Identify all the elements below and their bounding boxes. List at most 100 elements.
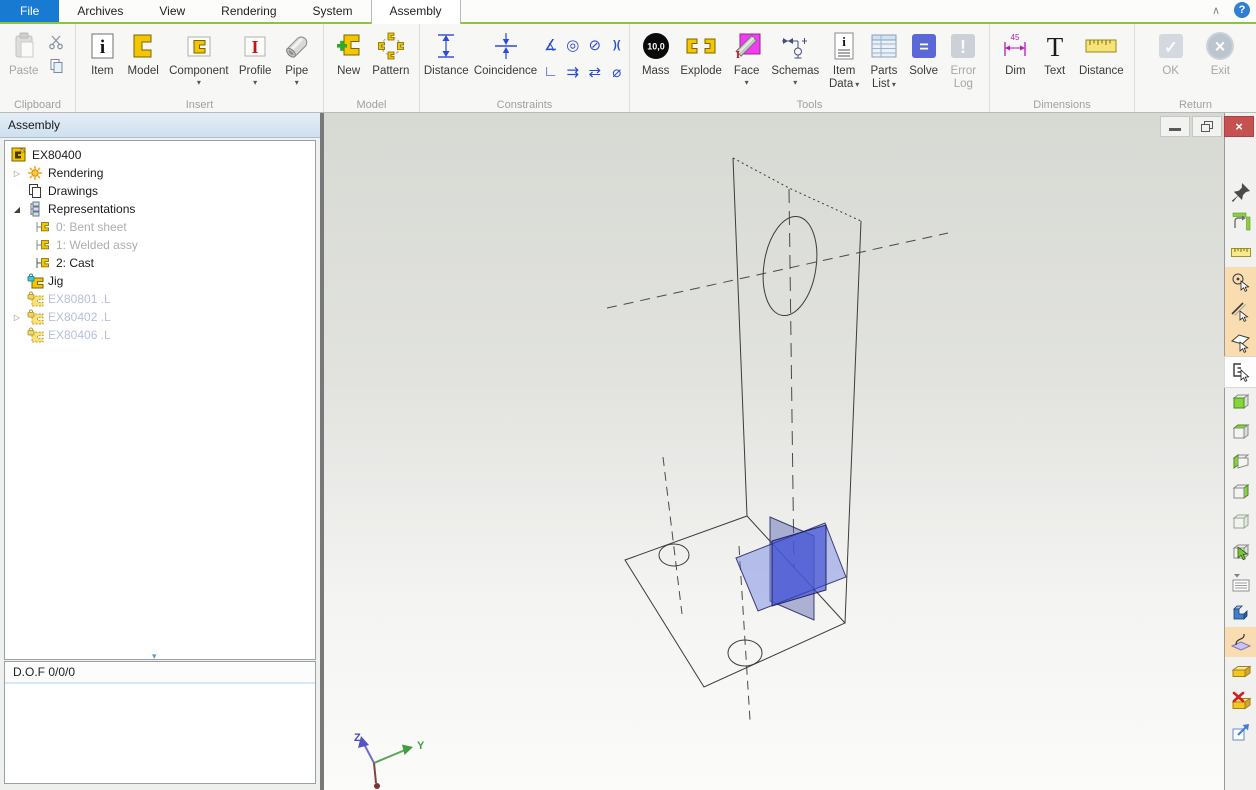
item-data-button[interactable]: i Item Data▾ xyxy=(829,25,859,91)
tab-archives[interactable]: Archives xyxy=(59,0,141,22)
item-button[interactable]: i Item xyxy=(87,25,117,78)
angle-constraint-button[interactable]: ∡ xyxy=(540,31,562,58)
concentric-constraint-button[interactable]: ◎ xyxy=(562,31,584,58)
tree-item-rep-bent-sheet[interactable]: 0: Bent sheet xyxy=(5,218,315,236)
scissors-icon xyxy=(48,34,64,50)
filter-select-components-button[interactable] xyxy=(1225,357,1256,387)
export-view-button[interactable] xyxy=(1225,717,1256,747)
delete-part-bin-button[interactable] xyxy=(1225,687,1256,717)
pipe-dropdown-caret[interactable]: ▾ xyxy=(295,79,299,87)
expander-collapsed-icon[interactable]: ▷ xyxy=(11,313,23,322)
tree-label: Rendering xyxy=(48,166,103,180)
filter-select-circles-button[interactable] xyxy=(1225,267,1256,297)
expander-collapsed-icon[interactable]: ▷ xyxy=(11,169,23,178)
tree-item-ex80402[interactable]: ▷ EX80402 .L xyxy=(5,308,315,326)
solve-button[interactable]: = Solve xyxy=(909,25,939,78)
view-front-button[interactable] xyxy=(1225,387,1256,417)
new-button[interactable]: New xyxy=(334,25,364,78)
tab-file[interactable]: File xyxy=(0,0,59,22)
tree-item-drawings[interactable]: Drawings xyxy=(5,182,315,200)
view-isometric-button[interactable] xyxy=(1225,507,1256,537)
copy-button[interactable] xyxy=(46,57,66,75)
tab-view[interactable]: View xyxy=(141,0,203,22)
schemas-button[interactable]: Schemas ▾ xyxy=(771,25,819,87)
item-data-label-line2-wrap: Data▾ xyxy=(829,78,859,91)
close-button[interactable]: × xyxy=(1224,116,1254,137)
panel-splitter-handle[interactable]: ▾ xyxy=(152,652,157,661)
tree-label: EX80402 .L xyxy=(48,310,111,324)
reorient-view-button[interactable] xyxy=(1225,207,1256,237)
equal-spacing-constraint-button[interactable]: ⇉ xyxy=(562,58,584,85)
view-right-button[interactable] xyxy=(1225,477,1256,507)
view-top-button[interactable] xyxy=(1225,417,1256,447)
distance-constraint-button[interactable]: Distance xyxy=(421,25,471,78)
parts-list-dropdown-caret[interactable]: ▾ xyxy=(892,81,896,89)
tree-item-rep-cast[interactable]: 2: Cast xyxy=(5,254,315,272)
component-dropdown-caret[interactable]: ▾ xyxy=(197,79,201,87)
profile-dropdown-caret[interactable]: ▾ xyxy=(253,79,257,87)
component-button[interactable]: Component ▾ xyxy=(169,25,228,87)
tree-item-jig[interactable]: Jig xyxy=(5,272,315,290)
error-log-label-line2: Log xyxy=(954,78,973,91)
tangent-constraint-button[interactable]: ⊘ xyxy=(584,31,606,58)
display-list-button[interactable] xyxy=(1225,567,1256,597)
3d-viewport[interactable]: Z Y xyxy=(322,113,1224,790)
measure-button[interactable] xyxy=(1225,237,1256,267)
face-button[interactable]: I Face ▾ xyxy=(732,25,762,87)
smooth-constraint-button[interactable]: ⌀ xyxy=(606,58,628,85)
tab-assembly[interactable]: Assembly xyxy=(371,0,461,24)
pattern-button[interactable]: Pattern xyxy=(372,25,409,78)
help-icon[interactable]: ? xyxy=(1234,2,1250,18)
ribbon-collapse-icon[interactable]: ∧ xyxy=(1208,4,1224,17)
face-dropdown-caret[interactable]: ▾ xyxy=(745,79,749,87)
filter-select-faces-button[interactable] xyxy=(1225,327,1256,357)
view-left-button[interactable] xyxy=(1225,447,1256,477)
cut-button[interactable] xyxy=(46,33,66,51)
dim-button[interactable]: 45 Dim xyxy=(1000,25,1030,78)
schemas-icon xyxy=(780,27,810,65)
text-button[interactable]: T Text xyxy=(1040,25,1070,78)
distance-measure-button[interactable]: Distance xyxy=(1079,25,1124,78)
error-log-button[interactable]: ! Error Log xyxy=(948,25,978,91)
exit-button[interactable]: × Exit xyxy=(1205,25,1235,78)
representation-icon xyxy=(35,219,52,235)
select-visible-button[interactable] xyxy=(1225,537,1256,567)
minimize-button[interactable] xyxy=(1160,116,1190,137)
ok-button[interactable]: ✓ OK xyxy=(1156,25,1186,78)
explode-button[interactable]: Explode xyxy=(680,25,722,78)
tab-rendering[interactable]: Rendering xyxy=(203,0,294,22)
restore-button[interactable] xyxy=(1192,116,1222,137)
svg-text:!: ! xyxy=(960,37,966,57)
tree-item-ex80400[interactable]: EX80400 xyxy=(5,146,315,164)
tree-item-rep-welded-assy[interactable]: 1: Welded assy xyxy=(5,236,315,254)
perpendicular-constraint-button[interactable]: ∟ xyxy=(540,58,562,85)
pipe-button[interactable]: Pipe ▾ xyxy=(282,25,312,87)
parts-list-button[interactable]: Parts List▾ xyxy=(869,25,899,91)
tree-item-ex80801[interactable]: EX80801 .L xyxy=(5,290,315,308)
coincidence-button[interactable]: Coincidence xyxy=(472,25,540,78)
component-icon xyxy=(184,27,214,65)
tree-item-representations[interactable]: ◢ Representations xyxy=(5,200,315,218)
part-bin-button[interactable] xyxy=(1225,657,1256,687)
tree-item-rendering[interactable]: ▷ Rendering xyxy=(5,164,315,182)
filter-select-edges-button[interactable] xyxy=(1225,297,1256,327)
profile-button[interactable]: I Profile ▾ xyxy=(239,25,272,87)
show-solid-button[interactable] xyxy=(1225,597,1256,627)
cube-top-icon xyxy=(1230,421,1252,443)
show-sketch-button[interactable] xyxy=(1225,627,1256,657)
reverse-constraint-button[interactable]: ⇄ xyxy=(584,58,606,85)
item-data-dropdown-caret[interactable]: ▾ xyxy=(855,81,859,89)
dim-icon: 45 xyxy=(1000,27,1030,65)
tab-system[interactable]: System xyxy=(295,0,371,22)
pin-document-button[interactable] xyxy=(1225,177,1256,207)
viewport-canvas[interactable]: Z Y xyxy=(326,113,1226,790)
paste-button[interactable]: Paste xyxy=(9,25,39,78)
model-button[interactable]: Model xyxy=(128,25,159,78)
svg-text:I: I xyxy=(735,49,739,61)
expander-expanded-icon[interactable]: ◢ xyxy=(11,205,23,214)
tree-item-ex80406[interactable]: EX80406 .L xyxy=(5,326,315,344)
origin-planes[interactable] xyxy=(736,517,846,620)
symmetry-constraint-button[interactable]: )( xyxy=(606,31,628,58)
schemas-dropdown-caret[interactable]: ▾ xyxy=(793,79,797,87)
mass-button[interactable]: 10,0 Mass xyxy=(641,25,671,78)
